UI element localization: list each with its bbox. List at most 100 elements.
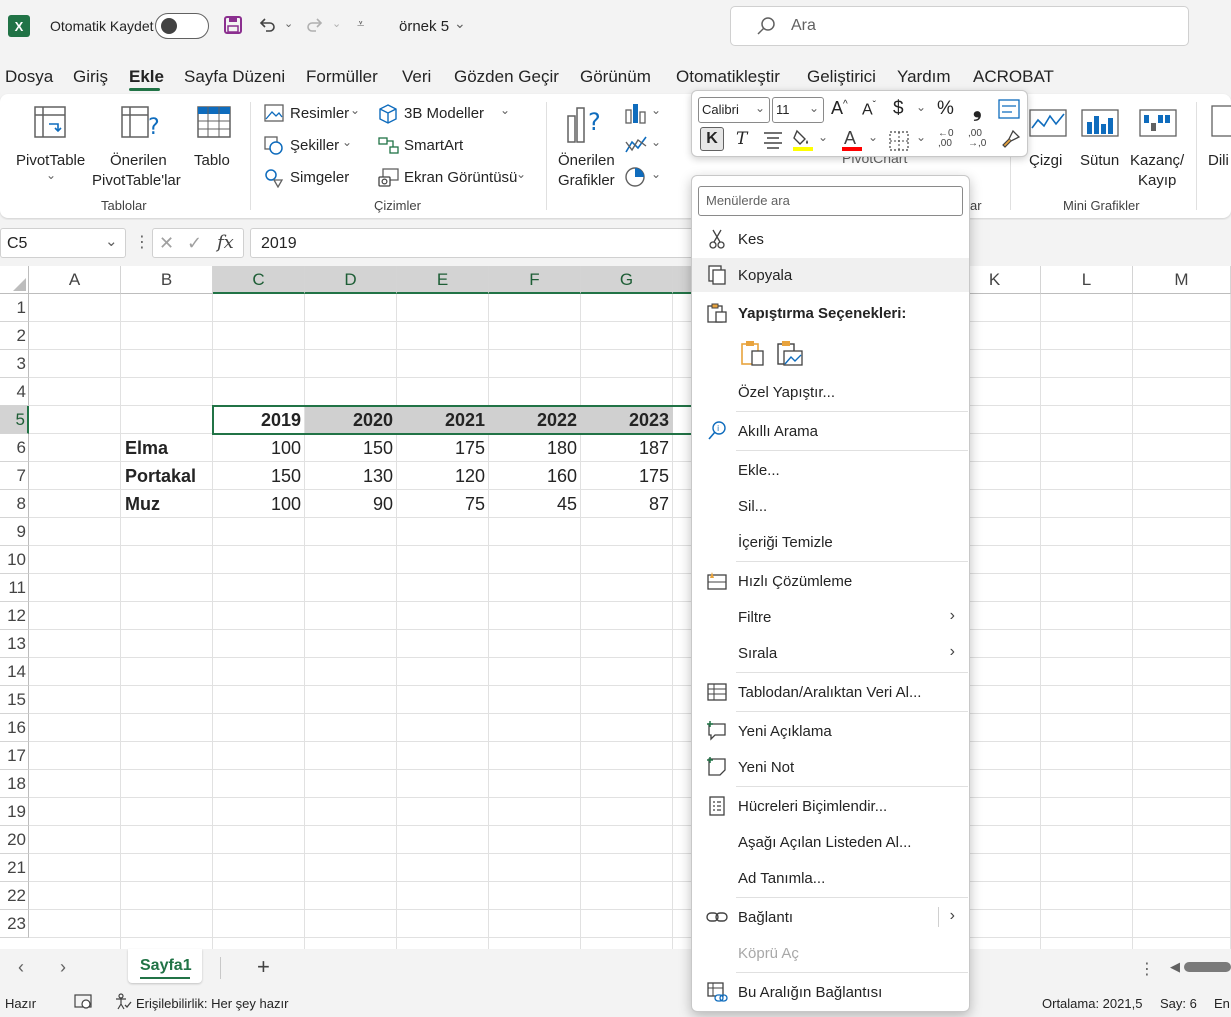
tab-gelistirici[interactable]: Geliştirici [807, 67, 876, 87]
value-cell[interactable]: 160 [489, 462, 581, 490]
row-label-cell[interactable]: Elma [121, 434, 213, 462]
menu-item-copy[interactable]: Kopyala [692, 258, 969, 292]
submenu-chevron-icon[interactable]: › [950, 907, 955, 925]
row-header[interactable]: 4 [0, 378, 29, 406]
name-box[interactable]: C5 ⌄ [0, 228, 126, 258]
wrap-text-icon[interactable] [998, 99, 1020, 124]
value-cell[interactable]: 45 [489, 490, 581, 518]
sparkline-column-button[interactable]: Sütun [1078, 100, 1124, 190]
menu-item-get-data[interactable]: Tablodan/Aralıktan Veri Al... [692, 675, 969, 709]
increase-font-size-icon[interactable]: A^ [831, 98, 848, 119]
menu-item-sort[interactable]: Sırala › [692, 636, 969, 670]
increase-decimal-icon[interactable]: ←0,00 [938, 129, 954, 149]
menu-item-clear-contents[interactable]: İçeriği Temizle [692, 525, 969, 559]
menu-item-link-to-range[interactable]: Bu Aralığın Bağlantısı [692, 975, 969, 1009]
file-name-chevron-icon[interactable]: ⌄ [454, 15, 466, 32]
file-name[interactable]: örnek 5 [399, 18, 449, 35]
row-header[interactable]: 23 [0, 910, 29, 938]
pivottable-button[interactable]: PivotTable ⌄ [10, 100, 92, 190]
partial-icon[interactable] [1210, 104, 1231, 143]
row-label-cell[interactable]: Muz [121, 490, 213, 518]
fill-color-chevron-icon[interactable]: ⌄ [818, 130, 828, 144]
decrease-decimal-icon[interactable]: ,00 →,0 [968, 129, 986, 149]
column-chart-icon[interactable] [624, 102, 648, 129]
year-header-cell[interactable]: 2023 [581, 406, 673, 434]
menu-item-insert[interactable]: Ekle... [692, 453, 969, 487]
value-cell[interactable]: 187 [581, 434, 673, 462]
average-status[interactable]: Ortalama: 2021,5 [1042, 996, 1142, 1011]
pie-chart-icon[interactable] [624, 166, 646, 193]
menu-item-delete[interactable]: Sil... [692, 489, 969, 523]
tab-sayfa-duzeni[interactable]: Sayfa Düzeni [184, 67, 285, 87]
fill-color-icon[interactable] [792, 128, 814, 157]
add-sheet-button[interactable]: + [257, 954, 270, 980]
format-painter-icon[interactable] [999, 129, 1021, 156]
currency-format-icon[interactable]: $ [893, 98, 904, 120]
year-header-cell[interactable]: 2022 [489, 406, 581, 434]
row-header[interactable]: 21 [0, 854, 29, 882]
pictures-button[interactable]: Resimler ⌄ [262, 102, 372, 126]
column-header[interactable]: G [581, 266, 673, 294]
column-header[interactable]: C [213, 266, 305, 294]
recommended-pivottables-button[interactable]: ? Önerilen PivotTable'lar [92, 100, 186, 190]
tab-otomatiklestir[interactable]: Otomatikleştir [676, 67, 780, 87]
shapes-button[interactable]: Şekiller ⌄ [262, 134, 372, 158]
menu-item-link[interactable]: Bağlantı › [692, 900, 969, 934]
paste-option-picture-icon[interactable] [776, 339, 804, 372]
row-header[interactable]: 19 [0, 798, 29, 826]
menu-item-new-comment[interactable]: Yeni Açıklama [692, 714, 969, 748]
smartart-button[interactable]: SmartArt [376, 134, 516, 158]
year-header-cell[interactable]: 2020 [305, 406, 397, 434]
row-header[interactable]: 20 [0, 826, 29, 854]
row-header[interactable]: 14 [0, 658, 29, 686]
value-cell[interactable]: 100 [213, 434, 305, 462]
borders-icon[interactable] [889, 131, 909, 156]
sparkline-line-button[interactable]: Çizgi [1024, 100, 1074, 190]
autosave-toggle[interactable] [155, 13, 209, 39]
recommended-charts-button[interactable]: ? Önerilen Grafikler [554, 100, 618, 190]
undo-icon[interactable] [256, 14, 278, 36]
value-cell[interactable]: 150 [213, 462, 305, 490]
truncated-status[interactable]: En [1214, 996, 1230, 1011]
value-cell[interactable]: 175 [581, 462, 673, 490]
paste-option-keep-source-icon[interactable] [740, 339, 766, 372]
value-cell[interactable]: 180 [489, 434, 581, 462]
year-header-cell[interactable]: 2019 [213, 406, 305, 434]
3d-models-button[interactable]: 3B Modeller ⌄ [376, 102, 516, 126]
comma-style-icon[interactable]: ❟ [973, 96, 982, 122]
row-header[interactable]: 6 [0, 434, 29, 462]
column-header[interactable]: A [29, 266, 121, 294]
value-cell[interactable]: 100 [213, 490, 305, 518]
row-header[interactable]: 12 [0, 602, 29, 630]
tab-dosya[interactable]: Dosya [5, 67, 53, 87]
cell-mode-icon[interactable] [74, 994, 92, 1013]
font-size-dropdown[interactable]: 11 ⌄ [772, 97, 824, 123]
column-chart-chevron-icon[interactable]: ⌄ [651, 103, 661, 117]
tab-yardim[interactable]: Yardım [897, 67, 951, 87]
accessibility-status[interactable]: Erişilebilirlik: Her şey hazır [136, 996, 288, 1011]
horizontal-scrollbar-thumb[interactable] [1184, 962, 1231, 972]
row-header[interactable]: 7 [0, 462, 29, 490]
column-header[interactable]: F [489, 266, 581, 294]
borders-chevron-icon[interactable]: ⌄ [916, 130, 926, 144]
row-header[interactable]: 13 [0, 630, 29, 658]
column-header[interactable]: E [397, 266, 489, 294]
menu-item-paste-special[interactable]: Özel Yapıştır... [692, 375, 969, 409]
center-align-icon[interactable] [763, 131, 783, 154]
row-label-cell[interactable]: Portakal [121, 462, 213, 490]
menu-item-define-name[interactable]: Ad Tanımla... [692, 861, 969, 895]
font-color-chevron-icon[interactable]: ⌄ [868, 130, 878, 144]
tab-gorunum[interactable]: Görünüm [580, 67, 651, 87]
value-cell[interactable]: 87 [581, 490, 673, 518]
row-header[interactable]: 8 [0, 490, 29, 518]
year-header-cell[interactable]: 2021 [397, 406, 489, 434]
row-header[interactable]: 11 [0, 574, 29, 602]
save-icon[interactable] [222, 14, 244, 36]
menu-item-filter[interactable]: Filtre › [692, 600, 969, 634]
select-all-corner[interactable] [0, 266, 29, 294]
menu-item-new-note[interactable]: Yeni Not [692, 750, 969, 784]
menu-item-pick-from-list[interactable]: Aşağı Açılan Listeden Al... [692, 825, 969, 859]
menu-item-quick-analysis[interactable]: Hızlı Çözümleme [692, 564, 969, 598]
font-color-icon[interactable]: A [841, 127, 863, 158]
menu-item-smart-lookup[interactable]: i Akıllı Arama [692, 414, 969, 448]
